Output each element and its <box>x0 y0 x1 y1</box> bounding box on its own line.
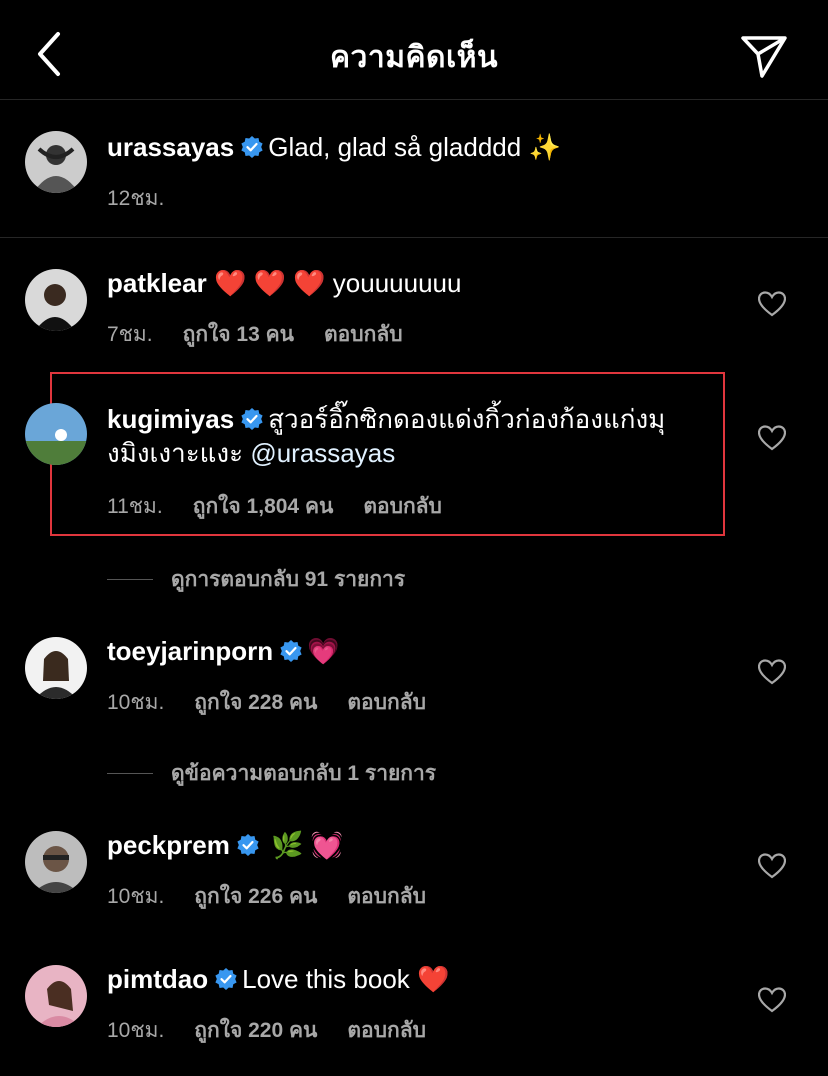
timestamp: 10ชม. <box>107 885 165 908</box>
comment-line: peckprem 🌿 💓 <box>107 828 343 862</box>
timestamp: 10ชม. <box>107 691 165 714</box>
divider <box>107 773 153 774</box>
comment-meta: 11ชม. ถูกใจ 1,804 คน ตอบกลับ <box>107 490 472 523</box>
reply-button[interactable]: ตอบกลับ <box>347 691 426 714</box>
page-title: ความคิดเห็น <box>329 41 499 74</box>
avatar[interactable] <box>25 131 87 193</box>
comment-meta: 10ชม. ถูกใจ 228 คน ตอบกลับ <box>107 686 456 719</box>
divider <box>107 579 153 580</box>
view-replies-label: ดูการตอบกลับ 91 รายการ <box>171 568 406 591</box>
view-replies-label: ดูข้อความตอบกลับ 1 รายการ <box>171 762 437 785</box>
likes-count[interactable]: ถูกใจ 226 คน <box>194 885 317 908</box>
verified-badge-icon <box>236 833 260 857</box>
caption-meta: 12ชม. <box>107 182 194 215</box>
comment-username[interactable]: toeyjarinporn <box>107 636 273 666</box>
pink-heart-emoji: 💗 <box>307 636 340 666</box>
comment-line: pimtdao Love this book ❤️ <box>107 962 449 996</box>
post-caption: urassayas Glad, glad så gladddd ✨ 12ชม. <box>0 100 828 238</box>
comment-username[interactable]: kugimiyas <box>107 404 234 434</box>
avatar[interactable] <box>25 403 87 465</box>
verified-badge-icon <box>240 407 264 431</box>
red-heart-emoji: ❤️ <box>417 964 450 994</box>
likes-count[interactable]: ถูกใจ 13 คน <box>183 323 294 346</box>
mention-link[interactable]: @urassayas <box>250 438 395 468</box>
comment-line: patklear ❤️ ❤️ ❤️ youuuuuuu <box>107 266 461 300</box>
view-replies-button[interactable]: ดูการตอบกลับ 91 รายการ <box>107 563 405 596</box>
comment-meta: 7ชม. ถูกใจ 13 คน ตอบกลับ <box>107 318 433 351</box>
heart-outline-icon[interactable] <box>758 853 786 879</box>
likes-count[interactable]: ถูกใจ 228 คน <box>194 691 317 714</box>
likes-count[interactable]: ถูกใจ 1,804 คน <box>193 495 334 518</box>
caption-text: Glad, glad så gladddd <box>268 132 522 162</box>
reply-button[interactable]: ตอบกลับ <box>347 1019 426 1042</box>
reply-button[interactable]: ตอบกลับ <box>363 495 442 518</box>
verified-badge-icon <box>240 135 264 159</box>
red-hearts-emoji: ❤️ ❤️ ❤️ <box>213 268 326 298</box>
comment-username[interactable]: peckprem <box>107 830 230 860</box>
caption-username[interactable]: urassayas <box>107 132 234 162</box>
comment-text: youuuuuuu <box>332 268 462 298</box>
comment-line: kugimiyas สูวอร์อิ๊กซิกดองแด่งกิ้วก่องก้อ… <box>107 402 707 470</box>
paper-plane-icon[interactable] <box>738 30 790 82</box>
heart-outline-icon[interactable] <box>758 987 786 1013</box>
heart-outline-icon[interactable] <box>758 659 786 685</box>
header-bar: ความคิดเห็น <box>0 0 828 100</box>
caption-line: urassayas Glad, glad så gladddd ✨ <box>107 130 561 164</box>
sparkles-emoji: ✨ <box>528 132 561 162</box>
comment-line: toeyjarinporn 💗 <box>107 634 340 668</box>
heart-outline-icon[interactable] <box>758 291 786 317</box>
reply-button[interactable]: ตอบกลับ <box>347 885 426 908</box>
avatar[interactable] <box>25 269 87 331</box>
avatar[interactable] <box>25 637 87 699</box>
comment-username[interactable]: patklear <box>107 268 207 298</box>
comment-username[interactable]: pimtdao <box>107 964 208 994</box>
verified-badge-icon <box>279 639 303 663</box>
timestamp: 12ชม. <box>107 187 165 210</box>
avatar[interactable] <box>25 965 87 1027</box>
reply-button[interactable]: ตอบกลับ <box>324 323 403 346</box>
timestamp: 10ชม. <box>107 1019 165 1042</box>
timestamp: 7ชม. <box>107 323 153 346</box>
likes-count[interactable]: ถูกใจ 220 คน <box>194 1019 317 1042</box>
heart-outline-icon[interactable] <box>758 425 786 451</box>
comment-meta: 10ชม. ถูกใจ 220 คน ตอบกลับ <box>107 1014 456 1047</box>
avatar[interactable] <box>25 831 87 893</box>
herb-heart-emoji: 🌿 💓 <box>271 830 344 860</box>
comment-meta: 10ชม. ถูกใจ 226 คน ตอบกลับ <box>107 880 456 913</box>
timestamp: 11ชม. <box>107 495 163 518</box>
comment-text: Love this book <box>242 964 410 994</box>
view-replies-button[interactable]: ดูข้อความตอบกลับ 1 รายการ <box>107 757 436 790</box>
verified-badge-icon <box>214 967 238 991</box>
